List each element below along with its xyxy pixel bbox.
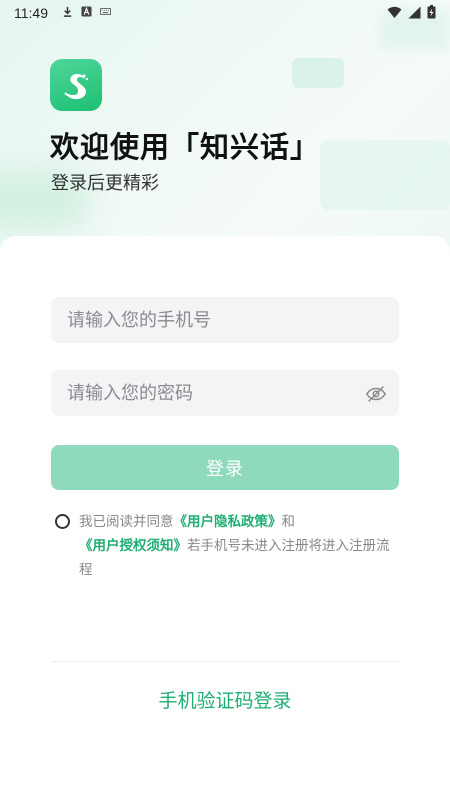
eye-off-icon[interactable] bbox=[365, 383, 387, 405]
download-icon bbox=[63, 6, 72, 17]
signal-icon bbox=[408, 6, 421, 18]
login-button[interactable]: 登录 bbox=[51, 445, 399, 490]
agreement-prefix: 我已阅读并同意 bbox=[79, 514, 174, 530]
phone-input[interactable] bbox=[51, 297, 399, 343]
privacy-policy-link[interactable]: 《用户隐私政策》 bbox=[174, 514, 282, 530]
page-title: 欢迎使用「知兴话」 bbox=[50, 130, 321, 164]
font-a-icon bbox=[81, 6, 92, 17]
page-subtitle: 登录后更精彩 bbox=[51, 173, 159, 194]
agreement-text: 我已阅读并同意《用户隐私政策》和《用户授权须知》若手机号未进入注册将进入注册流程 bbox=[79, 510, 397, 582]
status-notification-icons bbox=[62, 6, 111, 17]
status-bar: 11:49 bbox=[0, 0, 450, 26]
password-input[interactable] bbox=[51, 370, 399, 416]
divider bbox=[51, 661, 399, 662]
battery-charging-icon bbox=[427, 5, 436, 19]
wifi-icon bbox=[387, 6, 402, 18]
swan-logo-icon bbox=[64, 74, 89, 100]
status-system-icons bbox=[387, 5, 436, 19]
app-logo bbox=[50, 59, 102, 111]
agreement-and: 和 bbox=[281, 514, 296, 530]
user-terms-link[interactable]: 《用户授权须知》 bbox=[79, 538, 187, 554]
status-time: 11:49 bbox=[14, 5, 48, 21]
agreement-radio[interactable] bbox=[55, 514, 70, 529]
keyboard-icon bbox=[100, 7, 111, 16]
sms-login-link[interactable]: 手机验证码登录 bbox=[0, 686, 450, 713]
